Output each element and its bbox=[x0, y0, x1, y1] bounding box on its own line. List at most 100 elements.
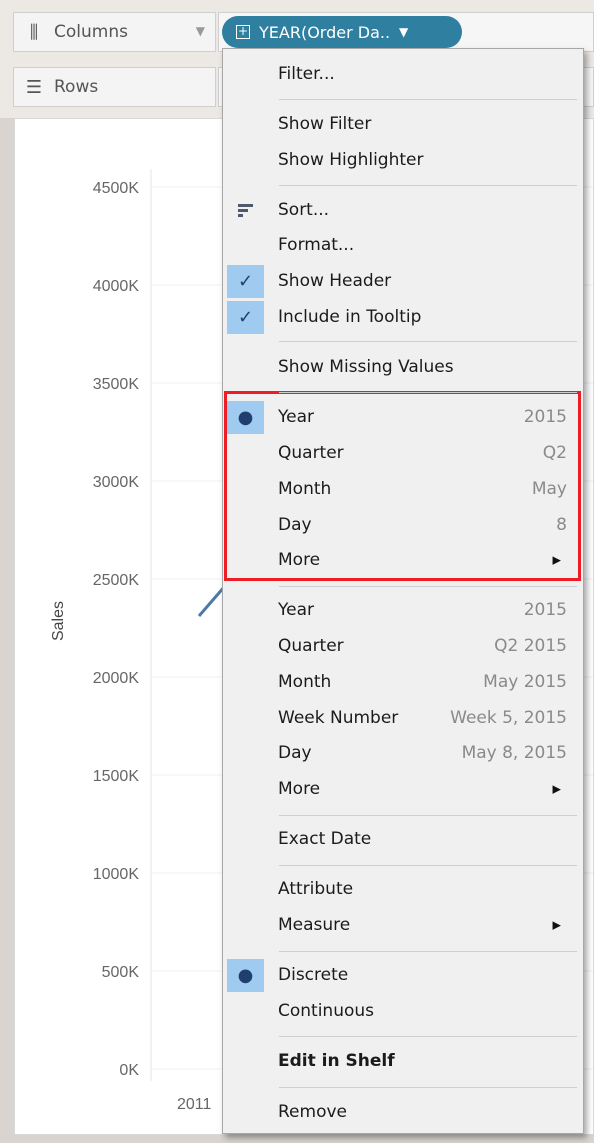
menu-item-value: 2015 bbox=[523, 407, 567, 427]
menu-separator bbox=[279, 951, 577, 952]
menu-item-label: Day bbox=[278, 743, 312, 763]
menu-item-label: Quarter bbox=[278, 443, 344, 463]
menu-item-discrete[interactable]: ● Discrete bbox=[223, 959, 583, 992]
menu-item-sort[interactable]: Sort... bbox=[223, 194, 583, 226]
menu-item-show-header[interactable]: ✓ Show Header bbox=[223, 265, 583, 298]
menu-item-month[interactable]: Month May 2015 bbox=[223, 666, 583, 698]
menu-item-day[interactable]: Day 8 bbox=[223, 509, 583, 541]
pill-label: YEAR(Order Da.. bbox=[259, 22, 391, 42]
y-axis-label: Sales bbox=[50, 601, 67, 641]
submenu-arrow-icon: ▶ bbox=[552, 782, 561, 796]
rows-shelf-label[interactable]: ☰ Rows bbox=[13, 67, 216, 107]
chevron-down-icon[interactable]: ▼ bbox=[196, 24, 205, 38]
y-tick-label: 0K bbox=[119, 1062, 139, 1079]
y-tick-label: 2000K bbox=[93, 670, 140, 687]
submenu-arrow-icon: ▶ bbox=[552, 918, 561, 932]
y-tick-label: 4500K bbox=[93, 180, 140, 197]
y-tick-label: 2500K bbox=[93, 572, 140, 589]
menu-item-label: Month bbox=[278, 672, 332, 692]
menu-item-label: Show Filter bbox=[278, 114, 372, 134]
menu-item-label: Remove bbox=[278, 1102, 347, 1122]
y-tick-label: 500K bbox=[102, 964, 140, 981]
menu-item-label: Quarter bbox=[278, 636, 344, 656]
menu-item-measure[interactable]: Measure ▶ bbox=[223, 909, 583, 941]
menu-item-label: Discrete bbox=[278, 965, 349, 985]
menu-item-value: Q2 bbox=[542, 443, 567, 463]
menu-item-quarter[interactable]: Quarter Q2 bbox=[223, 437, 583, 469]
menu-item-filter[interactable]: Filter... bbox=[223, 58, 583, 90]
menu-item-value: May 2015 bbox=[483, 672, 567, 692]
menu-separator bbox=[279, 1087, 577, 1088]
sort-icon bbox=[227, 194, 264, 227]
menu-item-label: Filter... bbox=[278, 64, 335, 84]
menu-item-label: Year bbox=[278, 600, 314, 620]
menu-item-show-filter[interactable]: Show Filter bbox=[223, 108, 583, 140]
menu-item-value: 8 bbox=[556, 515, 567, 535]
menu-separator bbox=[279, 185, 577, 186]
rows-label: Rows bbox=[54, 77, 99, 97]
menu-separator bbox=[279, 341, 577, 342]
menu-item-label: Measure bbox=[278, 915, 351, 935]
menu-item-label: Show Missing Values bbox=[278, 357, 454, 377]
menu-item-format[interactable]: Format... bbox=[223, 229, 583, 261]
y-tick-label: 4000K bbox=[93, 278, 140, 295]
menu-item-label: Show Header bbox=[278, 271, 392, 291]
menu-item-label: Year bbox=[278, 407, 314, 427]
columns-icon: ⫼ bbox=[29, 21, 39, 43]
caret-down-icon[interactable]: ▼ bbox=[399, 25, 408, 39]
menu-item-value: Q2 2015 bbox=[494, 636, 567, 656]
menu-item-label: Sort... bbox=[278, 200, 330, 220]
rows-icon: ☰ bbox=[25, 76, 43, 98]
radio-bullet-icon: ● bbox=[227, 959, 264, 992]
menu-item-more[interactable]: More ▶ bbox=[223, 773, 583, 805]
menu-item-label: Attribute bbox=[278, 879, 354, 899]
menu-item-show-missing-values[interactable]: Show Missing Values bbox=[223, 351, 583, 383]
menu-item-label: Show Highlighter bbox=[278, 150, 424, 170]
menu-item-edit-in-shelf[interactable]: Edit in Shelf bbox=[223, 1045, 583, 1077]
menu-item-label: Edit in Shelf bbox=[278, 1051, 395, 1071]
menu-separator bbox=[279, 1036, 577, 1037]
year-order-date-pill[interactable]: + YEAR(Order Da.. ▼ bbox=[222, 16, 462, 48]
menu-item-year[interactable]: Year 2015 bbox=[223, 594, 583, 626]
checkmark-icon: ✓ bbox=[227, 265, 264, 298]
menu-item-quarter[interactable]: Quarter Q2 2015 bbox=[223, 630, 583, 662]
menu-item-value: Week 5, 2015 bbox=[450, 708, 567, 728]
menu-item-more[interactable]: More ▶ bbox=[223, 544, 583, 576]
menu-item-week-number[interactable]: Week Number Week 5, 2015 bbox=[223, 702, 583, 734]
menu-item-label: More bbox=[278, 779, 321, 799]
submenu-arrow-icon: ▶ bbox=[552, 553, 561, 567]
menu-item-label: More bbox=[278, 550, 321, 570]
y-tick-label: 1000K bbox=[93, 866, 140, 883]
menu-item-value: May bbox=[531, 479, 567, 499]
y-axis-ticks: 4500K 4000K 3500K 3000K 2500K 2000K 1500K 1000K… bbox=[93, 180, 140, 1079]
menu-item-label: Include in Tooltip bbox=[278, 307, 422, 327]
menu-item-label: Week Number bbox=[278, 708, 399, 728]
menu-item-label: Exact Date bbox=[278, 829, 372, 849]
radio-bullet-icon: ● bbox=[227, 401, 264, 434]
menu-item-include-in-tooltip[interactable]: ✓ Include in Tooltip bbox=[223, 301, 583, 334]
menu-item-year[interactable]: ● Year 2015 bbox=[223, 401, 583, 434]
menu-item-month[interactable]: Month May bbox=[223, 473, 583, 505]
menu-item-attribute[interactable]: Attribute bbox=[223, 873, 583, 905]
y-tick-label: 1500K bbox=[93, 768, 140, 785]
y-tick-label: 3500K bbox=[93, 376, 140, 393]
menu-item-label: Day bbox=[278, 515, 312, 535]
menu-item-value: May 8, 2015 bbox=[461, 743, 567, 763]
menu-separator bbox=[279, 815, 577, 816]
menu-item-label: Format... bbox=[278, 235, 355, 255]
menu-item-continuous[interactable]: Continuous bbox=[223, 995, 583, 1027]
menu-item-value: 2015 bbox=[523, 600, 567, 620]
menu-item-day[interactable]: Day May 8, 2015 bbox=[223, 737, 583, 769]
y-tick-label: 3000K bbox=[93, 474, 140, 491]
menu-item-label: Continuous bbox=[278, 1001, 375, 1021]
expand-icon[interactable]: + bbox=[236, 25, 250, 39]
menu-item-remove[interactable]: Remove bbox=[223, 1096, 583, 1128]
menu-separator bbox=[279, 865, 577, 866]
columns-label: Columns bbox=[54, 22, 128, 42]
menu-separator bbox=[279, 586, 577, 587]
checkmark-icon: ✓ bbox=[227, 301, 264, 334]
columns-shelf-label[interactable]: ⫼ Columns ▼ bbox=[13, 12, 216, 52]
menu-item-show-highlighter[interactable]: Show Highlighter bbox=[223, 144, 583, 176]
menu-item-exact-date[interactable]: Exact Date bbox=[223, 823, 583, 855]
menu-item-label: Month bbox=[278, 479, 332, 499]
